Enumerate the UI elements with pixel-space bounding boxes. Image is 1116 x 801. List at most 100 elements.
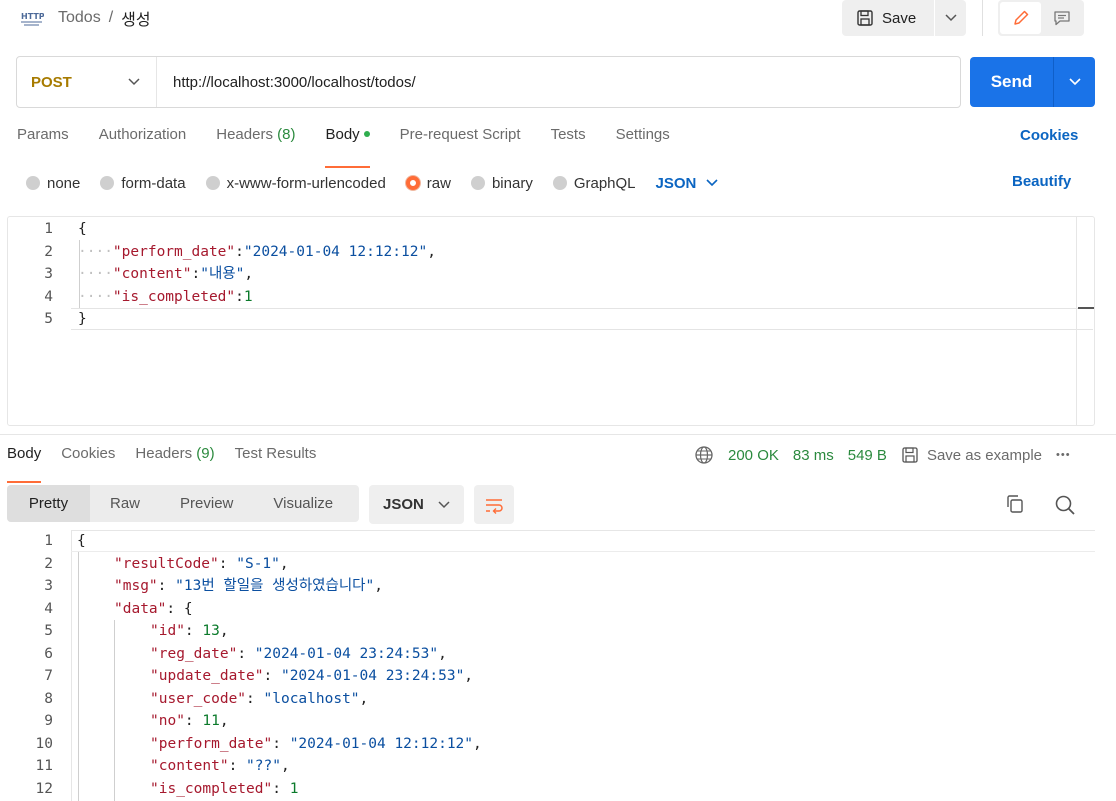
beautify-button[interactable]: Beautify xyxy=(1012,173,1071,190)
code-line: ····"content":"내용", xyxy=(78,266,254,282)
header-divider xyxy=(982,0,983,36)
wrap-lines-icon xyxy=(486,498,503,514)
code-line: } xyxy=(78,311,87,327)
send-options-button[interactable] xyxy=(1054,57,1095,107)
save-icon xyxy=(902,447,918,463)
code-line: ····"perform_date":"2024-01-04 12:12:12"… xyxy=(78,244,436,260)
tab-headers-label: Headers xyxy=(216,126,273,143)
comments-button[interactable] xyxy=(1041,2,1082,34)
code-line: "reg_date": "2024-01-04 23:24:53", xyxy=(150,646,447,662)
tab-headers[interactable]: Headers (8) xyxy=(216,126,295,156)
body-type-binary[interactable]: binary xyxy=(470,174,533,192)
response-format-select[interactable]: JSON xyxy=(369,485,464,524)
save-as-example-label: Save as example xyxy=(926,446,1043,464)
chevron-down-icon xyxy=(128,78,140,86)
breadcrumb-collection[interactable]: Todos xyxy=(58,9,101,27)
line-number: 7 xyxy=(44,668,53,684)
http-icon: HTTP xyxy=(21,12,44,26)
response-tab-test-results[interactable]: Test Results xyxy=(235,445,317,475)
method-select[interactable]: POST xyxy=(17,57,157,107)
tab-prerequest-script[interactable]: Pre-request Script xyxy=(400,126,521,156)
line-number: 10 xyxy=(35,736,53,752)
response-headers-count: (9) xyxy=(196,445,215,462)
save-button[interactable]: Save xyxy=(842,0,934,36)
cookies-link[interactable]: Cookies xyxy=(1020,127,1078,144)
response-view-toggle: Pretty Raw Preview Visualize xyxy=(7,485,359,522)
radio xyxy=(205,176,220,190)
body-type-graphql[interactable]: GraphQL xyxy=(552,174,636,192)
editor-scrollbar[interactable] xyxy=(1076,217,1094,425)
chevron-down-icon xyxy=(1068,78,1081,86)
save-button-group: Save xyxy=(842,0,966,36)
chevron-down-icon xyxy=(944,14,957,22)
tab-settings[interactable]: Settings xyxy=(616,126,670,156)
tab-tests[interactable]: Tests xyxy=(551,126,586,156)
response-headers-label: Headers xyxy=(135,445,193,462)
save-options-button[interactable] xyxy=(934,0,966,36)
line-number: 2 xyxy=(44,244,53,260)
body-type-urlencoded[interactable]: x-www-form-urlencoded xyxy=(205,174,386,192)
tab-authorization[interactable]: Authorization xyxy=(99,126,187,156)
code-line: "content": "??", xyxy=(150,758,290,774)
view-preview[interactable]: Preview xyxy=(160,485,253,522)
code-line: "resultCode": "S-1", xyxy=(114,556,289,572)
globe-icon[interactable] xyxy=(694,445,714,465)
line-number: 4 xyxy=(44,289,53,305)
code-line: "no": 11, xyxy=(150,713,229,729)
method-label: POST xyxy=(31,73,72,91)
code-line: "update_date": "2024-01-04 23:24:53", xyxy=(150,668,474,684)
raw-format-label: JSON xyxy=(655,174,697,192)
url-input[interactable] xyxy=(157,62,937,102)
option-label: none xyxy=(47,174,81,192)
option-label: binary xyxy=(491,174,533,192)
search-icon[interactable] xyxy=(1054,494,1076,516)
tab-params[interactable]: Params xyxy=(17,126,69,156)
response-time[interactable]: 83 ms xyxy=(793,447,834,464)
code-line: "id": 13, xyxy=(150,623,229,639)
view-pretty[interactable]: Pretty xyxy=(7,485,90,522)
current-line-highlight xyxy=(71,531,1095,552)
body-type-raw[interactable]: raw xyxy=(405,174,451,192)
response-size[interactable]: 549 B xyxy=(848,447,887,464)
request-name[interactable]: 생성 xyxy=(121,6,150,30)
body-type-none[interactable]: none xyxy=(26,175,80,192)
body-indicator-dot xyxy=(363,131,370,137)
response-tab-body[interactable]: Body xyxy=(7,445,42,483)
line-number: 1 xyxy=(44,533,53,549)
edit-mode-button[interactable] xyxy=(1000,2,1041,34)
save-label: Save xyxy=(882,9,917,27)
view-raw[interactable]: Raw xyxy=(90,485,160,522)
option-label: GraphQL xyxy=(573,174,636,192)
response-format-label: JSON xyxy=(383,496,424,513)
line-number: 12 xyxy=(35,781,53,797)
code-line: "is_completed": 1 xyxy=(150,781,299,797)
line-number: 9 xyxy=(44,713,53,729)
line-number: 3 xyxy=(44,266,53,282)
tab-body[interactable]: Body xyxy=(325,126,370,168)
chevron-down-icon xyxy=(438,500,450,508)
code-line: "user_code": "localhost", xyxy=(150,691,369,707)
raw-format-select[interactable]: JSON xyxy=(656,175,719,192)
copy-icon[interactable] xyxy=(1005,494,1025,514)
code-line: ····"is_completed":1 xyxy=(78,289,253,305)
save-icon xyxy=(857,10,873,26)
response-tab-headers[interactable]: Headers (9) xyxy=(135,445,214,475)
radio xyxy=(470,176,485,190)
response-meta: 200 OK 83 ms 549 B Save as example ••• xyxy=(694,444,1071,466)
line-number: 2 xyxy=(44,556,53,572)
response-tab-cookies[interactable]: Cookies xyxy=(61,445,115,475)
line-number: 1 xyxy=(44,221,53,237)
status-code[interactable]: 200 OK xyxy=(728,447,779,464)
save-as-example-button[interactable]: Save as example xyxy=(901,446,1042,464)
more-options-icon[interactable]: ••• xyxy=(1056,449,1071,461)
send-button[interactable]: Send xyxy=(970,57,1054,107)
code-line: { xyxy=(78,221,87,237)
option-label: raw xyxy=(426,174,451,192)
body-type-form-data[interactable]: form-data xyxy=(100,174,186,192)
view-visualize[interactable]: Visualize xyxy=(253,485,353,522)
pane-divider[interactable] xyxy=(0,434,1116,435)
option-label: form-data xyxy=(121,174,186,192)
wrap-lines-button[interactable] xyxy=(474,485,514,524)
mode-toggle xyxy=(998,0,1084,36)
option-label: x-www-form-urlencoded xyxy=(226,174,386,192)
